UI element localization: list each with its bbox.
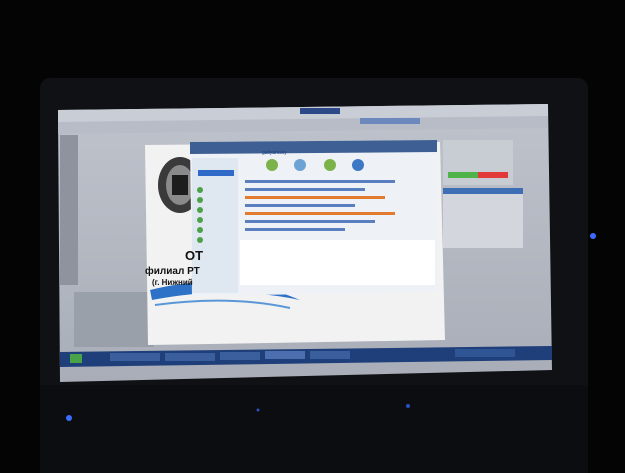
tools-panel: [60, 135, 78, 285]
document-text-line2: филиал РТ: [145, 266, 200, 277]
chat-contact-label: gallyamsky: [262, 150, 287, 156]
photo-of-laptop-screen: [0, 0, 625, 473]
document-text-line1: ОТ: [185, 248, 204, 263]
status-light: [66, 415, 72, 421]
chat-window: [190, 140, 438, 296]
laptop-base: [40, 385, 588, 473]
right-panel-color: [443, 140, 513, 185]
document-text-line3: (г. Нижний: [152, 278, 193, 287]
status-light: [590, 233, 596, 239]
right-panel-props: [443, 188, 523, 248]
layers-panel: [74, 292, 154, 347]
